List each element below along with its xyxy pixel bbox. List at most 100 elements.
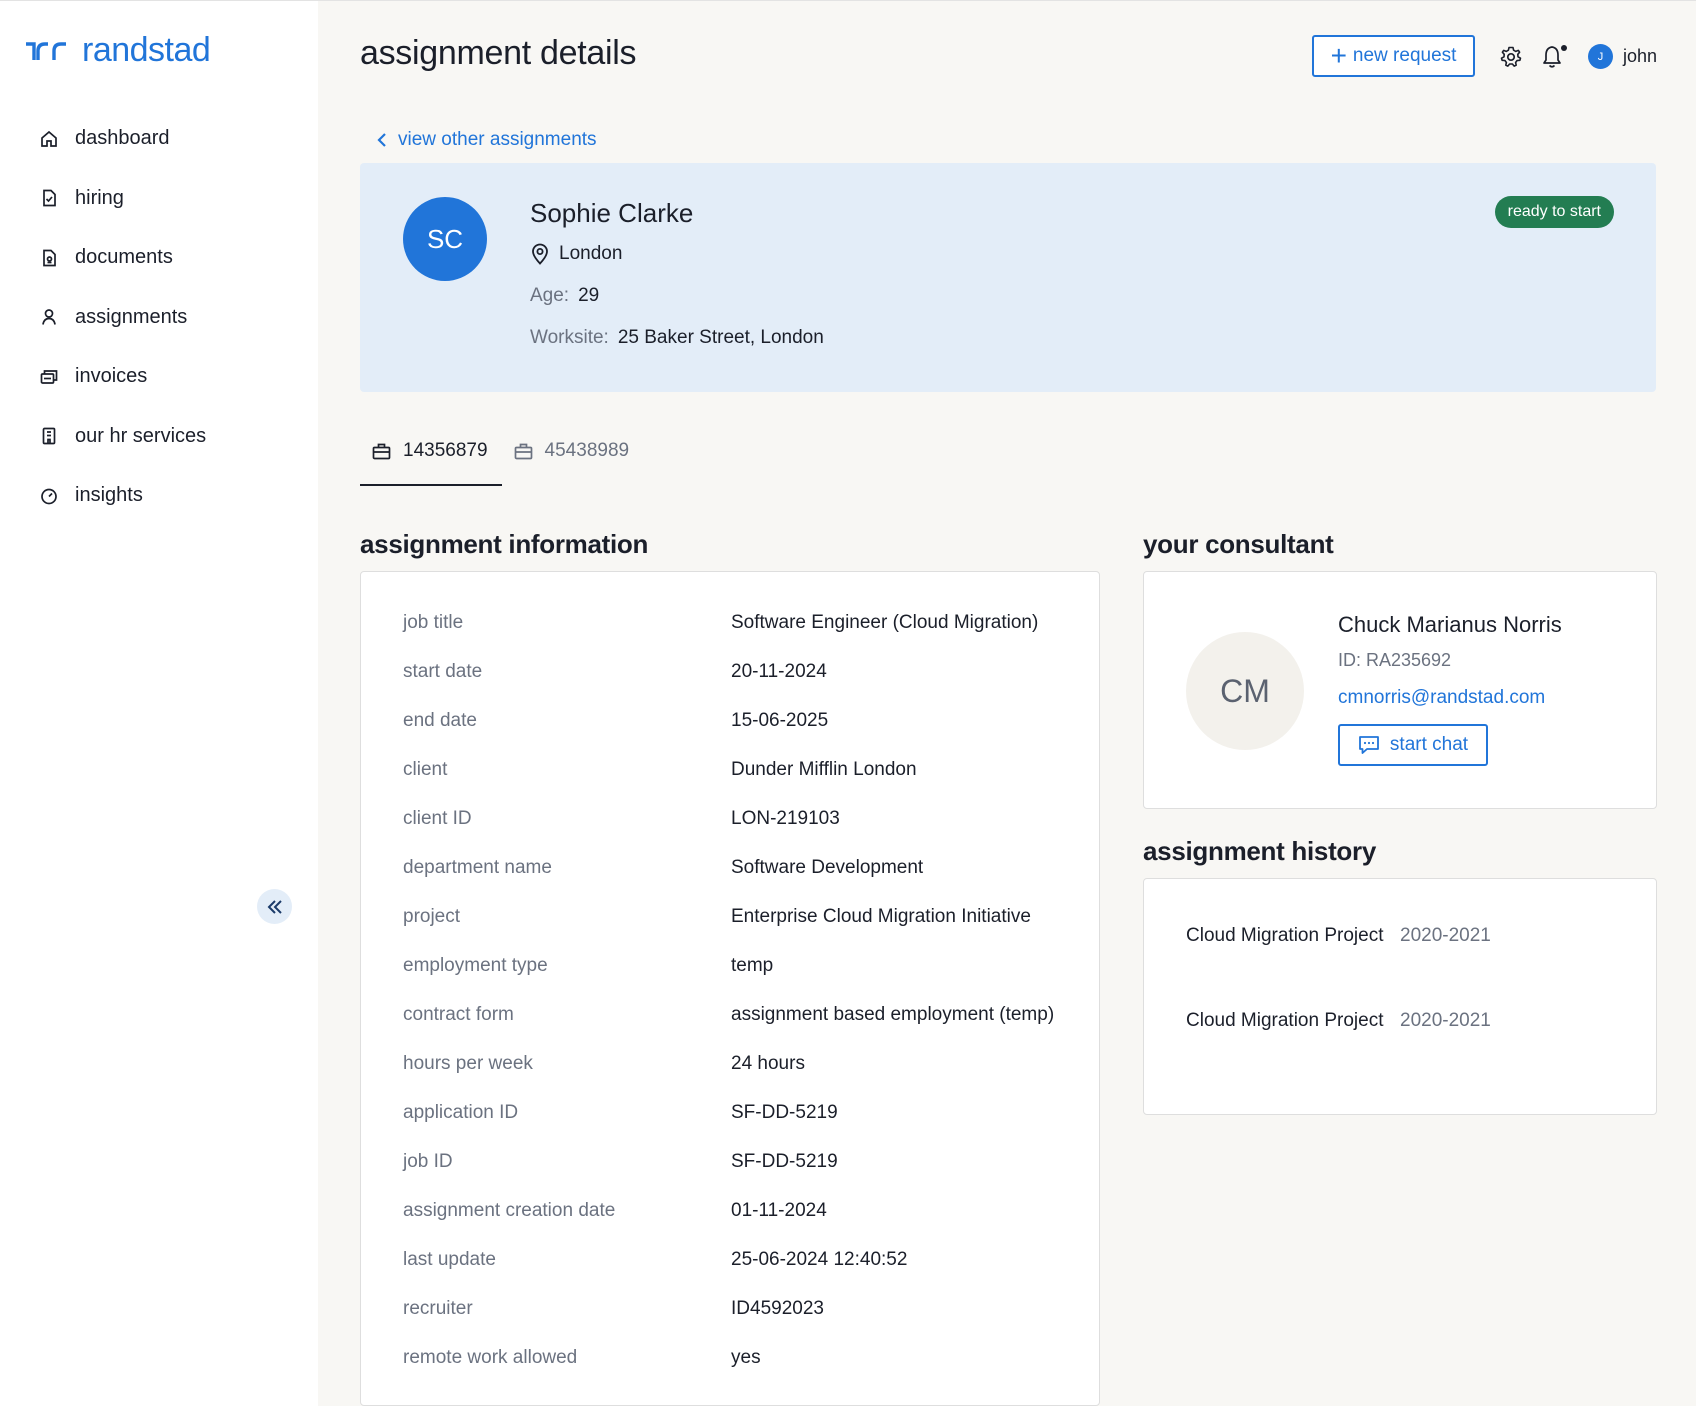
sidebar-item-documents[interactable]: documents <box>38 228 206 288</box>
building-icon <box>38 425 60 447</box>
candidate-location: London <box>530 243 622 265</box>
info-value: Software Development <box>731 857 924 878</box>
consultant-email-link[interactable]: cmnorris@randstad.com <box>1338 687 1545 709</box>
sidebar-item-label: our hr services <box>75 424 207 447</box>
info-key: employment type <box>403 955 548 976</box>
sidebar-item-label: dashboard <box>75 127 170 150</box>
info-row-remote-work-allowed: remote work allowed yes <box>403 1347 761 1369</box>
info-value: Software Engineer (Cloud Migration) <box>731 612 1039 633</box>
info-value: 01-11-2024 <box>731 1200 827 1221</box>
info-key: job ID <box>403 1151 453 1172</box>
tab-label: 45438989 <box>544 440 630 461</box>
gear-icon[interactable] <box>1499 45 1523 69</box>
bell-icon[interactable] <box>1541 44 1569 70</box>
person-icon <box>38 306 60 328</box>
info-row-recruiter: recruiter ID4592023 <box>403 1298 824 1320</box>
sidebar-item-label: hiring <box>75 186 124 209</box>
info-value: yes <box>731 1347 761 1368</box>
sidebar-item-invoices[interactable]: invoices <box>38 347 206 407</box>
info-value: Dunder Mifflin London <box>731 759 917 780</box>
info-key: last update <box>403 1249 496 1270</box>
age-label: Age: <box>530 285 570 306</box>
info-value: 24 hours <box>731 1053 805 1074</box>
history-item[interactable]: Cloud Migration Project 2020-2021 <box>1186 919 1491 953</box>
collapse-sidebar-button[interactable] <box>257 889 292 924</box>
info-row-department-name: department name Software Development <box>403 857 923 879</box>
sidebar-item-label: insights <box>75 484 143 507</box>
info-value: 15-06-2025 <box>731 710 829 731</box>
info-value: LON-219103 <box>731 808 840 829</box>
info-row-contract-form: contract form assignment based employment… <box>403 1004 1054 1026</box>
start-chat-label: start chat <box>1389 734 1469 755</box>
chat-icon <box>1359 736 1379 754</box>
worksite-label: Worksite: <box>530 327 609 348</box>
start-chat-button[interactable]: start chat <box>1338 724 1488 766</box>
history-item-name: Cloud Migration Project <box>1186 925 1384 946</box>
assignment-information-card: job title Software Engineer (Cloud Migrat… <box>360 571 1100 1406</box>
history-item-years: 2020-2021 <box>1400 1010 1491 1031</box>
consultant-card: CM Chuck Marianus Norris ID: RA235692 cm… <box>1143 571 1657 809</box>
plus-icon: + <box>1330 40 1347 71</box>
info-row-hours-per-week: hours per week 24 hours <box>403 1053 805 1075</box>
info-value: ID4592023 <box>731 1298 824 1319</box>
info-value: SF-DD-5219 <box>731 1102 838 1123</box>
info-row-end-date: end date 15-06-2025 <box>403 710 828 732</box>
info-row-application-id: application ID SF-DD-5219 <box>403 1102 838 1124</box>
view-other-assignments-link[interactable]: view other assignments <box>376 129 597 151</box>
info-row-assignment-creation-date: assignment creation date 01-11-2024 <box>403 1200 827 1222</box>
info-key: application ID <box>403 1102 519 1123</box>
info-value: 20-11-2024 <box>731 661 827 682</box>
sidebar-item-hiring[interactable]: hiring <box>38 169 206 229</box>
info-key: remote work allowed <box>403 1347 578 1368</box>
briefcase-icon <box>372 443 391 460</box>
home-icon <box>38 128 60 150</box>
info-row-job-id: job ID SF-DD-5219 <box>403 1151 838 1173</box>
info-key: department name <box>403 857 552 878</box>
info-key: project <box>403 906 461 927</box>
page-title: assignment details <box>360 34 637 72</box>
tab-assignment-14356879[interactable]: 14356879 <box>360 432 502 486</box>
invoice-icon <box>38 366 60 388</box>
info-key: start date <box>403 661 483 682</box>
sidebar-nav: dashboard hiring documents assignments i… <box>38 109 206 526</box>
sidebar: randstad dashboard hiring documents assi… <box>0 1 318 1406</box>
chevron-left-icon <box>377 133 386 147</box>
age-value: 29 <box>578 285 600 306</box>
info-key: hours per week <box>403 1053 533 1074</box>
avatar: J <box>1588 44 1613 69</box>
sidebar-item-assignments[interactable]: assignments <box>38 288 206 348</box>
info-key: end date <box>403 710 477 731</box>
history-item[interactable]: Cloud Migration Project 2020-2021 <box>1186 1004 1491 1038</box>
user-name: john <box>1623 46 1658 66</box>
assignment-history-card: Cloud Migration Project 2020-2021 Cloud … <box>1143 878 1657 1115</box>
location-text: London <box>559 243 623 264</box>
candidate-profile-card: SC Sophie Clarke London Age: 29 Worksite:… <box>360 163 1656 392</box>
user-menu[interactable]: J john <box>1588 44 1657 69</box>
info-key: client <box>403 759 448 780</box>
candidate-worksite: Worksite: 25 Baker Street, London <box>530 327 824 349</box>
worksite-value: 25 Baker Street, London <box>617 327 824 348</box>
randstad-logo[interactable]: randstad <box>24 31 211 70</box>
sidebar-item-dashboard[interactable]: dashboard <box>38 109 206 169</box>
brand-name: randstad <box>82 31 211 69</box>
info-key: contract form <box>403 1004 514 1025</box>
new-request-button[interactable]: + new request <box>1312 35 1475 77</box>
randstad-logo-icon <box>26 41 66 60</box>
info-key: assignment creation date <box>403 1200 616 1221</box>
tab-assignment-45438989[interactable]: 45438989 <box>502 432 644 486</box>
sidebar-item-insights[interactable]: insights <box>38 466 206 526</box>
info-row-job-title: job title Software Engineer (Cloud Migrat… <box>403 612 1038 634</box>
tab-label: 14356879 <box>403 440 488 461</box>
info-row-client-id: client ID LON-219103 <box>403 808 840 830</box>
info-key: recruiter <box>403 1298 473 1319</box>
sidebar-item-our-hr-services[interactable]: our hr services <box>38 407 206 467</box>
sidebar-item-label: assignments <box>75 305 188 328</box>
info-key: job title <box>403 612 464 633</box>
status-badge: ready to start <box>1494 196 1614 228</box>
double-chevron-left-icon <box>267 899 282 914</box>
briefcase-icon <box>514 443 532 460</box>
info-row-last-update: last update 25-06-2024 12:40:52 <box>403 1249 907 1271</box>
sidebar-item-label: documents <box>75 246 173 269</box>
info-value: temp <box>731 955 774 976</box>
document-check-icon <box>38 187 60 209</box>
